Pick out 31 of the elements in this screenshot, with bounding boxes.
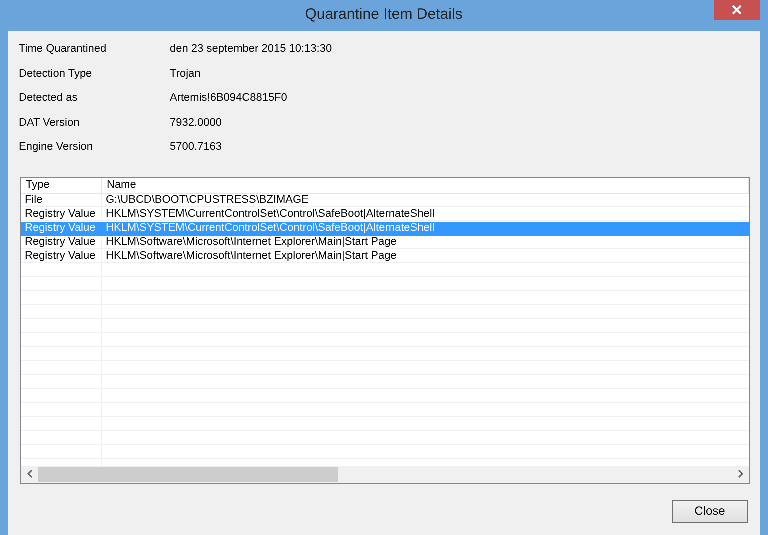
table-cell-text: Registry Value [24,222,97,236]
scrollbar-thumb[interactable] [38,466,338,482]
field-label: Engine Version [19,140,94,155]
list-row[interactable]: Registry Value HKLM\SYSTEM\CurrentControlSet\Control\SafeBoot|AlternateShell [21,208,749,222]
table-cell-text: File [24,194,44,208]
field-label: Detected as [19,91,79,106]
list-row[interactable]: Registry Value HKLM\Software\Microsoft\Internet Explorer\Main|Start Page [21,250,749,264]
field-value: 5700.7163 [170,140,222,155]
table-cell-text: HKLM\Software\Microsoft\Internet Explorer\Main|Start Page [105,236,398,250]
field-label: Time Quarantined [19,42,108,57]
field-value: 7932.0000 [170,116,222,130]
table-cell-text: Registry Value [24,250,97,264]
table-cell-text: G:\UBCD\BOOT\CPUSTRESS\BZIMAGE [105,194,310,208]
table-cell-text: Registry Value [24,208,97,222]
close-button[interactable]: Close [672,500,748,522]
table-cell-text: Registry Value [24,236,97,250]
column-header[interactable]: Type [21,178,102,192]
field-label: DAT Version [19,116,81,130]
field-value: Artemis!6B094C8815F0 [170,91,288,106]
field-value: den 23 september 2015 10:13:30 [170,42,332,57]
close-icon[interactable] [714,0,760,20]
table-cell-text: HKLM\Software\Microsoft\Internet Explorer\Main|Start Page [105,250,398,264]
list-row[interactable]: Registry Value HKLM\Software\Microsoft\Internet Explorer\Main|Start Page [21,236,749,250]
field-value: Trojan [170,66,201,82]
window-title: Quarantine Item Details [305,5,463,26]
horizontal-scrollbar[interactable] [21,466,749,482]
list-row[interactable]: File G:\UBCD\BOOT\CPUSTRESS\BZIMAGE [21,194,749,208]
table-cell-text: HKLM\SYSTEM\CurrentControlSet\Control\SafeBoot|AlternateShell [105,208,436,222]
column-header[interactable]: Name [102,178,749,192]
field-label: Detection Type [19,66,94,82]
table-cell-text: HKLM\SYSTEM\CurrentControlSet\Control\SafeBoot|AlternateShell [105,222,436,236]
